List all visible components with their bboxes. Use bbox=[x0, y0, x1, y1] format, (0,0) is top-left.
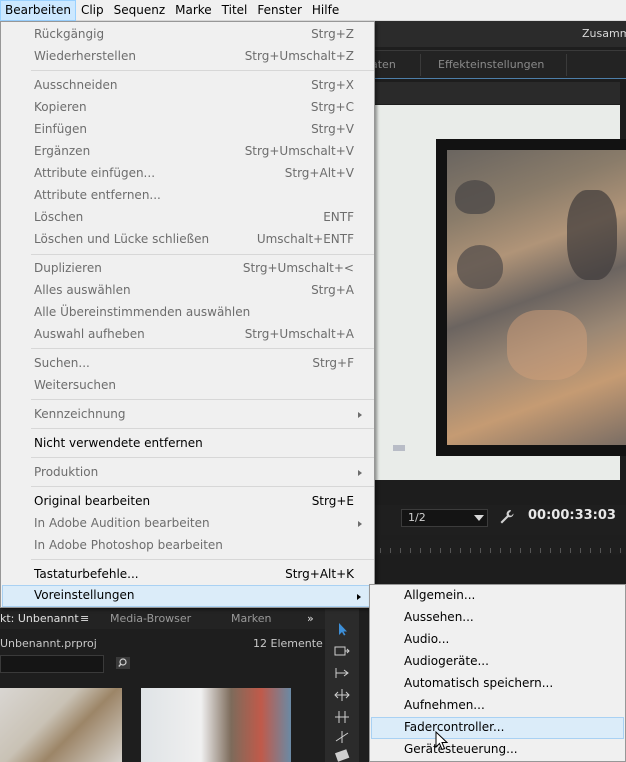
menu-item-suchen[interactable]: Suchen... Strg+F bbox=[2, 353, 374, 375]
tab-marken[interactable]: Marken bbox=[231, 612, 271, 625]
submenu-item-audiogeraete[interactable]: Audiogeräte... bbox=[371, 651, 624, 673]
chevron-right-icon bbox=[358, 412, 362, 418]
menu-item-produktion[interactable]: Produktion bbox=[2, 462, 374, 484]
menu-clip[interactable]: Clip bbox=[76, 0, 109, 21]
submenu-item-aufnehmen[interactable]: Aufnehmen... bbox=[371, 695, 624, 717]
double-chevron-right-icon[interactable]: » bbox=[307, 612, 314, 625]
painting-detail bbox=[455, 180, 495, 214]
chevron-down-icon bbox=[474, 515, 484, 521]
panel-menu-icon[interactable]: ≡ bbox=[80, 612, 89, 625]
menu-item-kennzeichnung[interactable]: Kennzeichnung bbox=[2, 404, 374, 426]
transport-controls bbox=[370, 555, 626, 583]
menu-titel[interactable]: Titel bbox=[217, 0, 253, 21]
timecode-display[interactable]: 00:00:33:03 bbox=[528, 508, 616, 523]
menu-item-original-bearbeiten[interactable]: Original bearbeiten Strg+E bbox=[2, 491, 374, 513]
menu-item-attribute-entfernen[interactable]: Attribute entfernen... bbox=[2, 185, 374, 207]
menu-item-ausschneiden[interactable]: Ausschneiden Strg+X bbox=[2, 75, 374, 97]
chevron-right-icon bbox=[358, 470, 362, 476]
menu-item-einfuegen[interactable]: Einfügen Strg+V bbox=[2, 119, 374, 141]
menu-item-voreinstellungen[interactable]: Voreinstellungen bbox=[2, 585, 374, 607]
rolling-edit-tool-icon[interactable] bbox=[333, 688, 351, 702]
menu-item-nicht-verwendete-entfernen[interactable]: Nicht verwendete entfernen bbox=[2, 433, 374, 455]
submenu-item-fadercontroller[interactable]: Fadercontroller... bbox=[371, 717, 624, 739]
slip-tool-icon[interactable] bbox=[333, 748, 351, 762]
rate-stretch-tool-icon[interactable] bbox=[333, 710, 351, 724]
menu-item-auswahl-aufheben[interactable]: Auswahl aufheben Strg+Umschalt+A bbox=[2, 324, 374, 346]
menu-separator bbox=[31, 348, 374, 349]
track-select-tool-icon[interactable] bbox=[333, 644, 351, 658]
menu-fenster[interactable]: Fenster bbox=[252, 0, 307, 21]
menu-bearbeiten[interactable]: Bearbeiten bbox=[0, 0, 76, 21]
tab-divider bbox=[420, 54, 421, 76]
menu-item-loeschen[interactable]: Löschen ENTF bbox=[2, 207, 374, 229]
clip-thumbnail[interactable] bbox=[0, 688, 122, 762]
tab-projekt[interactable]: kt: Unbenannt bbox=[0, 612, 79, 625]
menu-bar: Bearbeiten Clip Sequenz Marke Titel Fens… bbox=[0, 0, 626, 21]
workspace-tab[interactable]: Zusamm bbox=[582, 27, 626, 40]
ripple-edit-tool-icon[interactable] bbox=[333, 666, 351, 680]
menu-marke[interactable]: Marke bbox=[170, 0, 217, 21]
menu-item-attribute-einfuegen[interactable]: Attribute einfügen... Strg+Alt+V bbox=[2, 163, 374, 185]
menu-item-kopieren[interactable]: Kopieren Strg+C bbox=[2, 97, 374, 119]
timeline-ruler[interactable] bbox=[370, 540, 626, 554]
menu-item-in-adobe-photoshop-bearbeiten[interactable]: In Adobe Photoshop bearbeiten bbox=[2, 535, 374, 557]
menu-item-wiederherstellen[interactable]: Wiederherstellen Strg+Umschalt+Z bbox=[2, 46, 374, 68]
project-file-name: Unbenannt.prproj bbox=[0, 637, 97, 650]
menu-sequenz[interactable]: Sequenz bbox=[109, 0, 171, 21]
menu-separator bbox=[31, 457, 374, 458]
painting-detail bbox=[507, 310, 587, 380]
menu-item-alle-uebereinstimmenden-auswaehlen[interactable]: Alle Übereinstimmenden auswählen bbox=[2, 302, 374, 324]
wall-label bbox=[393, 445, 405, 451]
menu-separator bbox=[31, 70, 374, 71]
menu-item-alles-auswaehlen[interactable]: Alles auswählen Strg+A bbox=[2, 280, 374, 302]
chevron-right-icon bbox=[358, 521, 362, 527]
menu-item-rueckgaengig[interactable]: Rückgängig Strg+Z bbox=[2, 24, 374, 46]
monitor-header bbox=[370, 82, 620, 104]
preferences-submenu: Allgemein... Aussehen... Audio... Audiog… bbox=[369, 584, 626, 762]
chevron-right-icon bbox=[357, 594, 361, 600]
painting-detail bbox=[567, 190, 617, 280]
menu-item-in-adobe-audition-bearbeiten[interactable]: In Adobe Audition bearbeiten bbox=[2, 513, 374, 535]
tab-media-browser[interactable]: Media-Browser bbox=[110, 612, 191, 625]
submenu-item-allgemein[interactable]: Allgemein... bbox=[371, 585, 624, 607]
search-icon[interactable] bbox=[116, 657, 130, 669]
submenu-item-audio[interactable]: Audio... bbox=[371, 629, 624, 651]
menu-separator bbox=[31, 486, 374, 487]
submenu-item-automatisch-speichern[interactable]: Automatisch speichern... bbox=[371, 673, 624, 695]
search-input[interactable] bbox=[0, 655, 104, 673]
menu-separator bbox=[31, 559, 374, 560]
menu-separator bbox=[31, 399, 374, 400]
menu-separator bbox=[31, 254, 374, 255]
submenu-item-aussehen[interactable]: Aussehen... bbox=[371, 607, 624, 629]
tab-effekteinstellungen[interactable]: Effekteinstellungen bbox=[438, 58, 544, 71]
razor-tool-icon[interactable] bbox=[333, 730, 351, 744]
item-count: 12 Elemente bbox=[253, 637, 323, 650]
menu-item-ergaenzen[interactable]: Ergänzen Strg+Umschalt+V bbox=[2, 141, 374, 163]
menu-item-loeschen-und-luecke-schliessen[interactable]: Löschen und Lücke schließen Umschalt+ENTF bbox=[2, 229, 374, 251]
mouse-cursor-icon bbox=[435, 731, 449, 751]
wrench-icon[interactable] bbox=[498, 508, 516, 526]
menu-item-tastaturbefehle[interactable]: Tastaturbefehle... Strg+Alt+K bbox=[2, 564, 374, 586]
menu-item-weitersuchen[interactable]: Weitersuchen bbox=[2, 375, 374, 397]
edit-menu: Rückgängig Strg+Z Wiederherstellen Strg+Um… bbox=[0, 21, 375, 608]
submenu-item-geraetesteuerung[interactable]: Gerätesteuerung... bbox=[371, 739, 624, 761]
menu-hilfe[interactable]: Hilfe bbox=[307, 0, 344, 21]
menu-separator bbox=[31, 428, 374, 429]
selection-tool-icon[interactable] bbox=[333, 622, 351, 636]
tab-divider bbox=[566, 54, 567, 76]
painting-image bbox=[447, 150, 626, 445]
menu-item-duplizieren[interactable]: Duplizieren Strg+Umschalt+< bbox=[2, 258, 374, 280]
clip-thumbnail[interactable] bbox=[141, 688, 291, 762]
painting-detail bbox=[457, 245, 503, 289]
